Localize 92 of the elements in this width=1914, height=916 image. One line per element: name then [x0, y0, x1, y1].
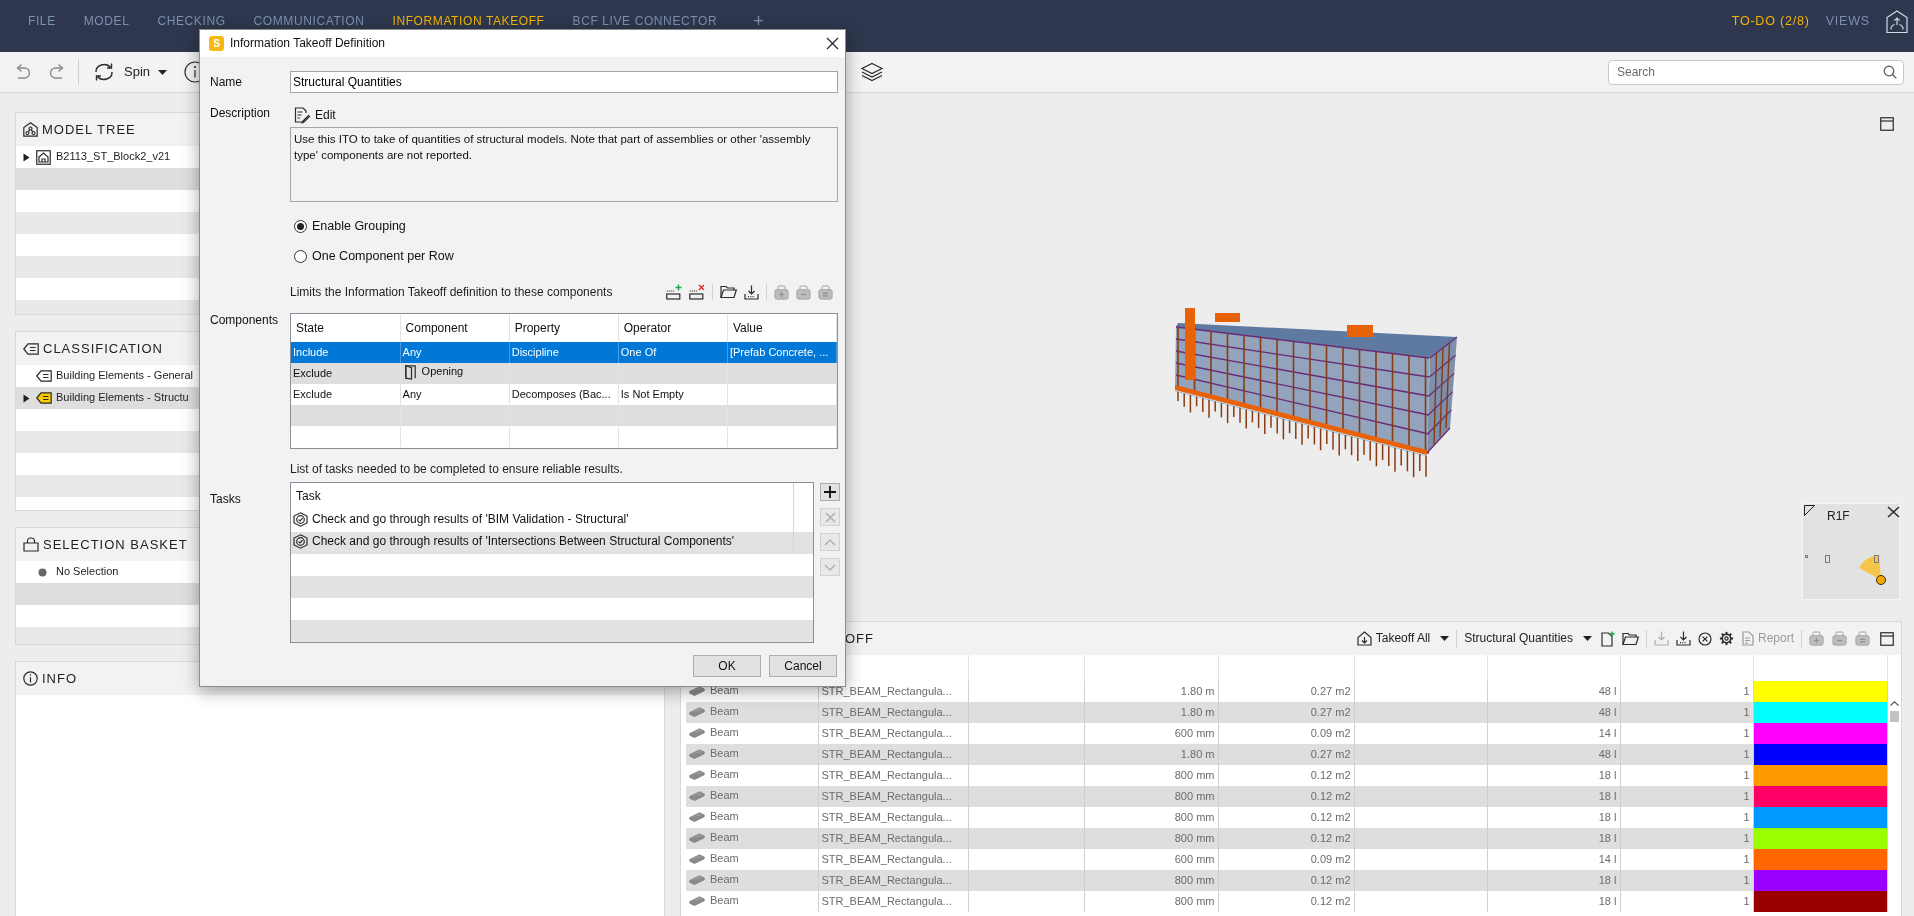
- table-cell: Any: [402, 387, 422, 400]
- table-cell: 1: [1743, 894, 1750, 907]
- table-cell: STR_BEAM_Rectangula...: [821, 768, 952, 781]
- table-cell: 1.80 m: [1180, 747, 1215, 760]
- table-cell: STR_BEAM_Rectangula...: [821, 747, 952, 760]
- table-cell: 0.09 m2: [1310, 726, 1351, 739]
- table-cell: 800 mm: [1174, 873, 1215, 886]
- table-cell: Beam: [710, 894, 739, 908]
- table-cell: Decomposes (Bac...: [511, 387, 611, 400]
- table-cell: 0.09 m2: [1310, 852, 1351, 865]
- table-cell: 0.12 m2: [1310, 768, 1351, 781]
- table-cell: STR_BEAM_Rectangula...: [821, 894, 952, 907]
- table-cell: Discipline: [511, 345, 559, 358]
- table-cell: 1: [1743, 810, 1750, 823]
- table-cell: 600 mm: [1174, 852, 1215, 865]
- table-cell: Beam: [710, 705, 739, 719]
- table-cell: Beam: [710, 768, 739, 782]
- table-cell: 18 l: [1598, 873, 1617, 886]
- table-cell: Beam: [710, 726, 739, 740]
- table-cell: 0.12 m2: [1310, 831, 1351, 844]
- field-label: Tasks: [210, 492, 241, 506]
- table-cell: Beam: [710, 852, 739, 866]
- option-label: Enable Grouping: [312, 218, 406, 234]
- dialog-title: Information Takeoff Definition: [230, 36, 385, 51]
- table-cell: Any: [402, 345, 422, 358]
- table-cell: 18 l: [1598, 789, 1617, 802]
- table-cell: 1: [1743, 705, 1750, 718]
- table-cell: 48 l: [1598, 747, 1617, 760]
- table-cell: Opening: [421, 365, 464, 379]
- table-cell: 600 mm: [1174, 726, 1215, 739]
- table-cell: 0.27 m2: [1310, 684, 1351, 697]
- table-cell: 1: [1743, 684, 1750, 697]
- table-cell: 1: [1743, 873, 1750, 886]
- field-label: Name: [210, 74, 243, 90]
- table-cell: 14 l: [1598, 852, 1617, 865]
- panel-title: CLASSIFICATION: [43, 340, 163, 357]
- field-label: Components: [210, 313, 279, 327]
- table-cell: STR_BEAM_Rectangula...: [821, 705, 952, 718]
- table-cell: Is Not Empty: [620, 387, 684, 400]
- table-cell: 48 l: [1598, 684, 1617, 697]
- table-cell: 1: [1743, 747, 1750, 760]
- table-cell: STR_BEAM_Rectangula...: [821, 810, 952, 823]
- option-label: One Component per Row: [312, 248, 454, 264]
- table-cell: 1: [1743, 768, 1750, 781]
- caption-text: List of tasks needed to be completed to ensure reliable results.: [290, 461, 623, 477]
- table-cell: STR_BEAM_Rectangula...: [821, 684, 952, 697]
- table-cell: 0.12 m2: [1310, 894, 1351, 907]
- table-cell: 0.12 m2: [1310, 873, 1351, 886]
- table-cell: STR_BEAM_Rectangula...: [821, 726, 952, 739]
- table-cell: 800 mm: [1174, 768, 1215, 781]
- table-cell: Beam: [710, 831, 739, 845]
- table-cell: 1.80 m: [1180, 684, 1215, 697]
- table-cell: 1.80 m: [1180, 705, 1215, 718]
- panel-title: MODEL TREE: [42, 121, 136, 138]
- table-cell: 18 l: [1598, 894, 1617, 907]
- table-cell: 800 mm: [1174, 831, 1215, 844]
- panel-title: SELECTION BASKET: [43, 536, 188, 553]
- table-cell: 18 l: [1598, 831, 1617, 844]
- table-cell: 1: [1743, 789, 1750, 802]
- table-cell: 800 mm: [1174, 810, 1215, 823]
- table-cell: [Prefab Concrete, ...: [729, 345, 829, 358]
- table-cell: 18 l: [1598, 810, 1617, 823]
- table-cell: 800 mm: [1174, 894, 1215, 907]
- table-cell: Exclude: [293, 366, 333, 379]
- table-cell: 48 l: [1598, 705, 1617, 718]
- table-cell: 1: [1743, 726, 1750, 739]
- app-logo: S: [209, 36, 224, 51]
- table-cell: 0.27 m2: [1310, 705, 1351, 718]
- table-cell: 14 l: [1598, 726, 1617, 739]
- table-cell: 800 mm: [1174, 789, 1215, 802]
- panel-title: INFO: [42, 670, 78, 687]
- table-cell: Exclude: [293, 387, 333, 400]
- table-cell: 1: [1743, 852, 1750, 865]
- table-cell: 1: [1743, 831, 1750, 844]
- table-cell: STR_BEAM_Rectangula...: [821, 831, 952, 844]
- table-cell: STR_BEAM_Rectangula...: [821, 852, 952, 865]
- caption-text: Limits the Information Takeoff definition to these components: [290, 284, 613, 300]
- table-cell: One Of: [620, 345, 657, 358]
- table-cell: Beam: [710, 873, 739, 887]
- table-cell: Beam: [710, 789, 739, 803]
- table-cell: STR_BEAM_Rectangula...: [821, 873, 952, 886]
- table-cell: 18 l: [1598, 768, 1617, 781]
- table-cell: 0.12 m2: [1310, 810, 1351, 823]
- view-label: R1F: [1827, 509, 1850, 524]
- table-cell: Include: [293, 345, 329, 358]
- field-label: Description: [210, 105, 272, 122]
- table-cell: Beam: [710, 810, 739, 824]
- table-cell: STR_BEAM_Rectangula...: [821, 789, 952, 802]
- table-cell: 0.27 m2: [1310, 747, 1351, 760]
- table-cell: Beam: [710, 747, 739, 761]
- table-cell: 0.12 m2: [1310, 789, 1351, 802]
- panel-title: OFF: [845, 630, 874, 647]
